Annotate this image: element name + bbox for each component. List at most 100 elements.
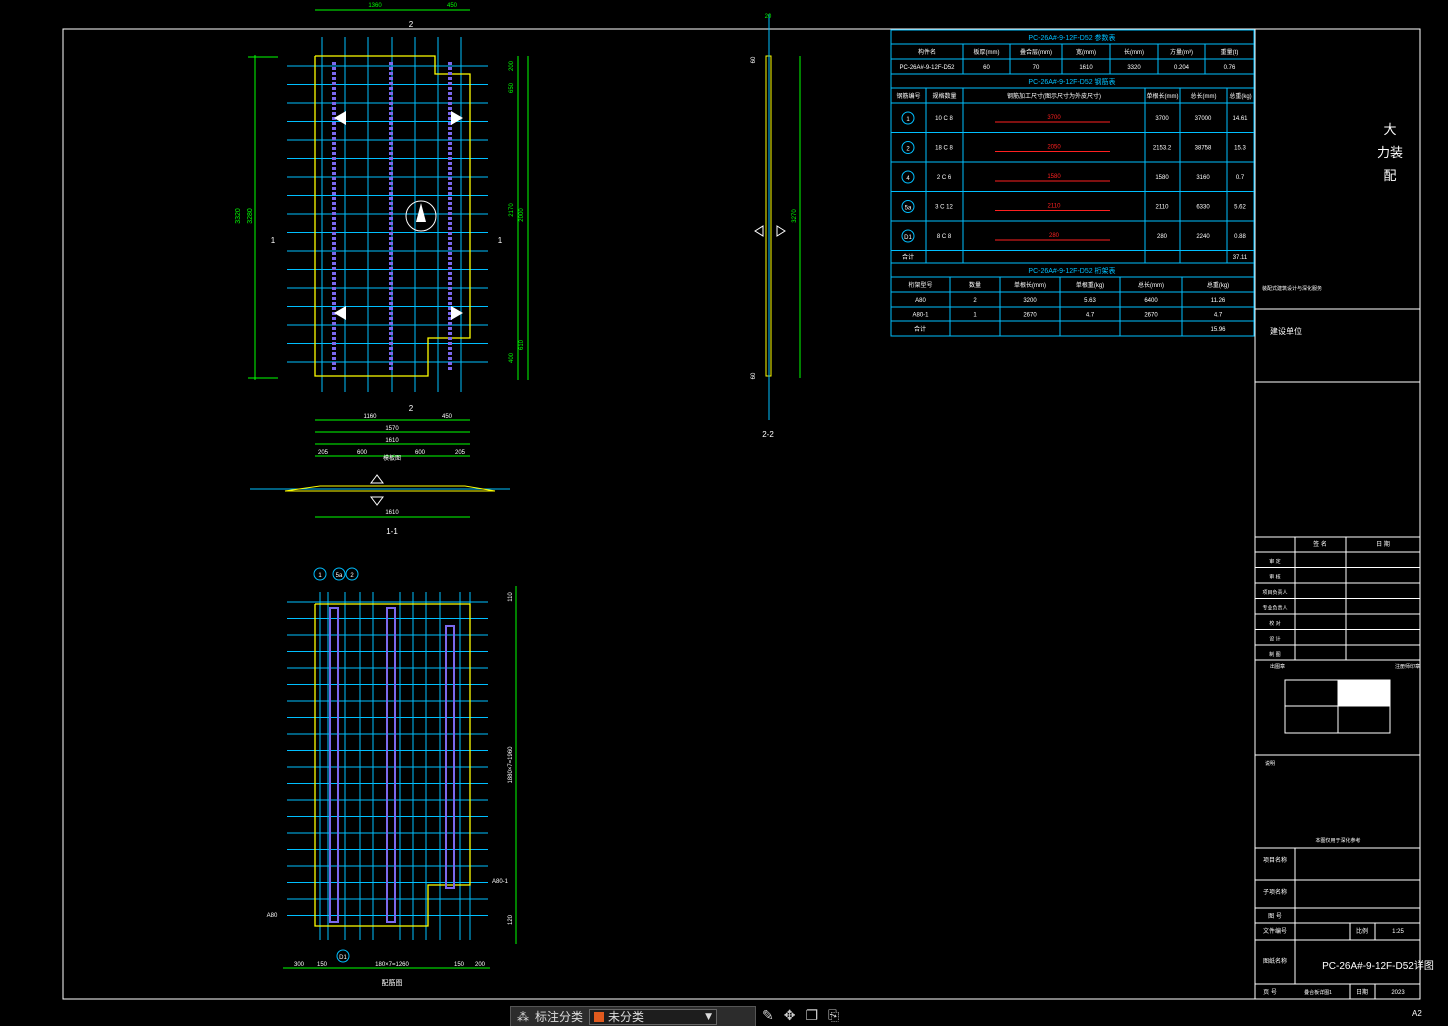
sign-header: 日 期 bbox=[1376, 540, 1390, 548]
dim-label: 1360 bbox=[368, 3, 382, 9]
edit-icon[interactable]: ✎ bbox=[762, 1008, 774, 1024]
table2-header: 总重(kg) bbox=[1229, 92, 1251, 100]
table2-header: 总长(mm) bbox=[1191, 92, 1217, 100]
table2-cell: 5.62 bbox=[1234, 205, 1246, 211]
schedule-tables: PC-26A#-9-12F-D52 参数表构件名 板厚(mm) 叠合层(mm) 宽(m… bbox=[890, 29, 1255, 337]
section-mark: 2 bbox=[409, 404, 414, 413]
category-dropdown[interactable]: 未分类 ▼ bbox=[589, 1008, 718, 1025]
dim-label: 180×7=1260 bbox=[375, 962, 409, 968]
section-marker-icon bbox=[776, 225, 786, 237]
table3-cell: 2670 bbox=[1023, 313, 1037, 319]
section-marker-icon bbox=[370, 496, 384, 506]
dim-label: 400 bbox=[509, 352, 515, 363]
note-label: 说明 bbox=[1265, 760, 1275, 767]
table3-header: 数量 bbox=[969, 281, 981, 289]
annotation-toolbar: ⁂ 标注分类 未分类 ▼ bbox=[510, 1006, 756, 1026]
table1-cell: PC-26A#-9-12F-D52 bbox=[899, 65, 955, 71]
table2-cell: 2153.2 bbox=[1153, 146, 1172, 152]
dim-label: 205 bbox=[318, 450, 329, 456]
sign-row-label: 设 计 bbox=[1269, 636, 1280, 643]
table2-cell: 3700 bbox=[1155, 116, 1169, 122]
table2-cell: 18 C 8 bbox=[935, 146, 953, 152]
stamp-fill bbox=[1338, 680, 1390, 706]
dim-label: 300 bbox=[294, 962, 305, 968]
dim-label: 120 bbox=[508, 914, 514, 925]
dim-label: 650 bbox=[509, 82, 515, 93]
dim-label: 600 bbox=[415, 450, 426, 456]
table2-cell: 3 C 12 bbox=[935, 205, 953, 211]
sheet-size-label: A2 bbox=[1412, 1009, 1422, 1018]
dim-label: 450 bbox=[442, 414, 453, 420]
dim-label: 200 bbox=[475, 962, 486, 968]
dim-label: 60 bbox=[751, 56, 757, 63]
company-name: 大 bbox=[1383, 122, 1396, 137]
table1-header: 宽(mm) bbox=[1076, 48, 1096, 56]
table2-cell: 14.61 bbox=[1232, 116, 1248, 122]
section-marker-icon bbox=[370, 474, 384, 484]
dim-label: 3320 bbox=[235, 208, 242, 224]
section-mark: 1 bbox=[271, 236, 276, 245]
table1-cell: 70 bbox=[1033, 65, 1040, 71]
drawing-frame-outer bbox=[62, 28, 1421, 1000]
dim-label: 110 bbox=[508, 592, 514, 602]
table1-cell: 0.76 bbox=[1224, 65, 1236, 71]
table3-cell: A80-1 bbox=[912, 313, 929, 319]
table1-cell: 60 bbox=[983, 65, 990, 71]
page-value: 叠合板详图1 bbox=[1304, 989, 1332, 996]
dim-label: 200 bbox=[509, 60, 515, 71]
sign-row-label: 项目负责人 bbox=[1262, 589, 1287, 596]
table1-cell: 0.204 bbox=[1174, 65, 1190, 71]
paste-icon[interactable]: ⎘ bbox=[828, 1008, 839, 1024]
rebar-tag: A80-1 bbox=[492, 879, 509, 885]
stamp-label-right: 注册师印章 bbox=[1395, 663, 1420, 670]
company-name: 力装 bbox=[1377, 145, 1403, 160]
table2-cell: 280 bbox=[1157, 234, 1168, 240]
sign-row-label: 制 图 bbox=[1269, 651, 1280, 658]
dim-label: 150 bbox=[454, 962, 465, 968]
page-label: 页 号 bbox=[1263, 989, 1277, 996]
date-label: 日期 bbox=[1356, 988, 1368, 996]
table2-cell: 8 C 8 bbox=[937, 234, 952, 240]
dim-label: 150 bbox=[317, 962, 328, 968]
table3-header: 桁架型号 bbox=[908, 281, 932, 289]
copy-icon[interactable]: ❐ bbox=[805, 1008, 818, 1024]
sign-row-label: 专业负责人 bbox=[1262, 605, 1287, 612]
ratio-label: 比例 bbox=[1356, 927, 1368, 935]
sign-row-label: 校 对 bbox=[1269, 620, 1280, 627]
table2-cell: 280 bbox=[1049, 233, 1060, 239]
table2-header: 规格数量 bbox=[932, 92, 956, 100]
rebar-truss bbox=[386, 607, 396, 923]
table3-cell: 2 bbox=[973, 298, 977, 304]
table1-title: PC-26A#-9-12F-D52 参数表 bbox=[1028, 33, 1115, 42]
table2-cell: 1580 bbox=[1047, 174, 1061, 180]
table1-cell: 3320 bbox=[1127, 65, 1141, 71]
sign-row-label: 审 定 bbox=[1269, 558, 1280, 565]
table2-cell: 3700 bbox=[1047, 115, 1061, 121]
stamp-label: 出图章 bbox=[1270, 663, 1285, 670]
table2-cell: 2110 bbox=[1048, 204, 1062, 210]
tables-border bbox=[890, 29, 1255, 337]
move-icon[interactable]: ✥ bbox=[784, 1008, 796, 1024]
table2-sum-label: 合计 bbox=[902, 253, 914, 261]
ratio: 1:25 bbox=[1392, 929, 1404, 935]
table3-header: 单根重(kg) bbox=[1076, 281, 1104, 289]
category-selected: 未分类 bbox=[608, 1010, 645, 1024]
sign-header: 签 名 bbox=[1313, 540, 1327, 548]
date: 2023 bbox=[1391, 990, 1405, 996]
table2-cell: D1 bbox=[904, 235, 912, 241]
table3-cell: 4.7 bbox=[1214, 313, 1223, 319]
table2-cell: 2 bbox=[906, 147, 910, 153]
table3-title: PC-26A#-9-12F-D52 桁架表 bbox=[1028, 266, 1115, 275]
rebar-truss bbox=[445, 625, 455, 889]
rebar-tag: D1 bbox=[339, 955, 347, 961]
table3-cell: 4.7 bbox=[1086, 313, 1095, 319]
table2-cell: 15.3 bbox=[1234, 146, 1246, 152]
section-marker-icon bbox=[754, 225, 764, 237]
rebar-view: 1 5a 2 D1 A80 A80-1 1880×7=1960 120 110 300 150 180… bbox=[267, 567, 517, 987]
table2-header: 钢筋编号 bbox=[896, 92, 920, 100]
dim-label: 1160 bbox=[364, 414, 378, 420]
cad-drawing-canvas[interactable]: 3320 32806502170 20006104002001360 4501 1221… bbox=[0, 0, 1448, 1026]
table2-cell: 38758 bbox=[1195, 146, 1212, 152]
build-unit-label: 建设单位 bbox=[1270, 326, 1302, 336]
north-arrow-tip bbox=[416, 203, 426, 222]
